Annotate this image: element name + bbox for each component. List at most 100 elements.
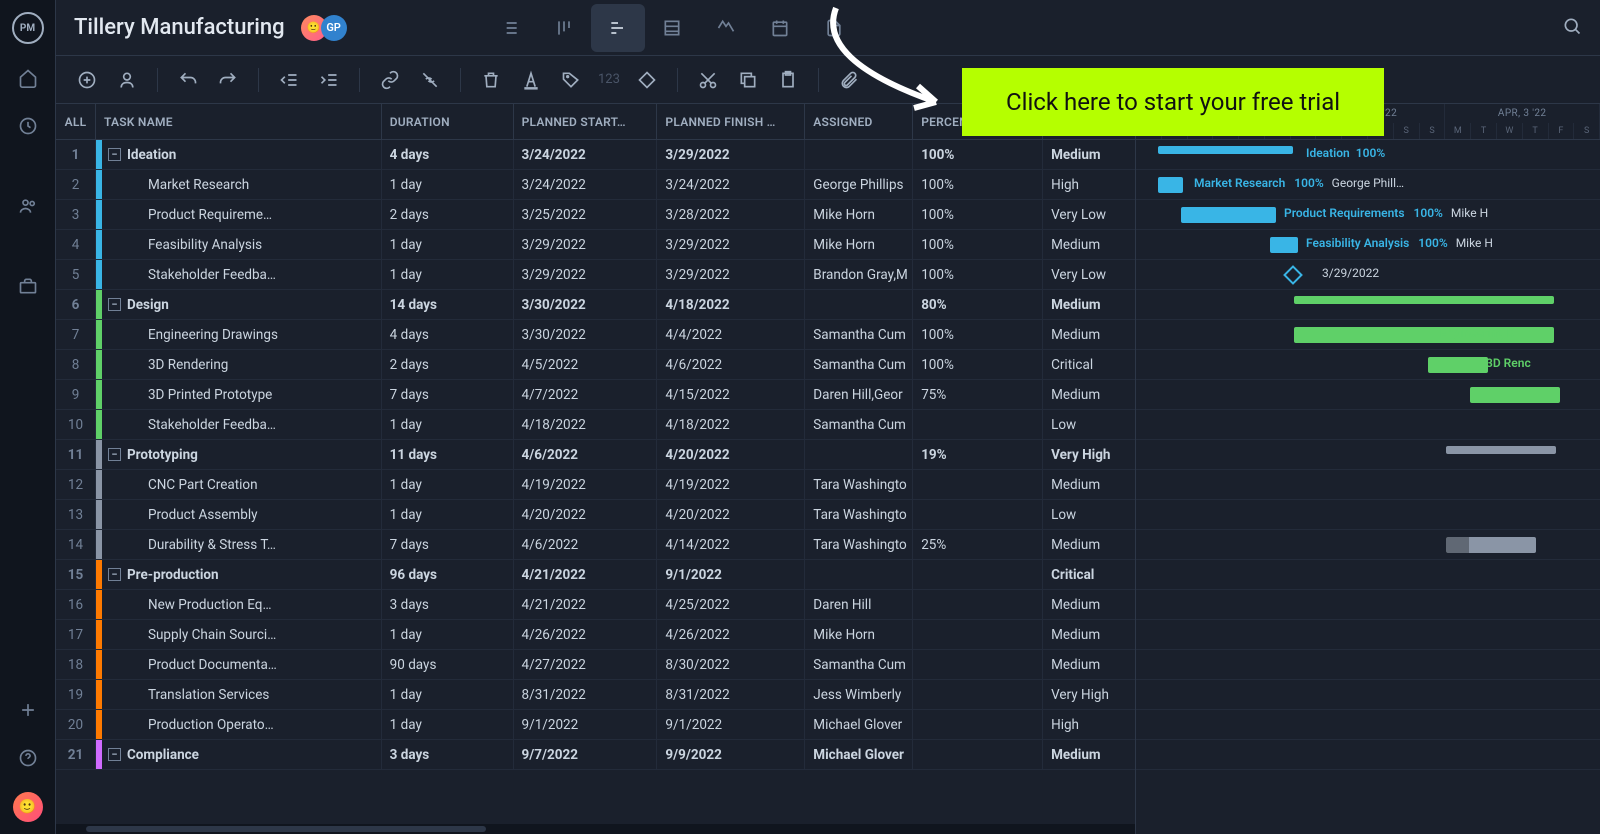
priority-cell[interactable]: Medium [1043, 140, 1135, 169]
duration-cell[interactable]: 1 day [382, 710, 514, 739]
planned-finish-cell[interactable]: 4/4/2022 [657, 320, 805, 349]
gantt-summary-bar[interactable] [1158, 146, 1293, 154]
duration-cell[interactable]: 7 days [382, 380, 514, 409]
gantt-row[interactable]: Engineering D [1136, 320, 1600, 350]
gantt-row[interactable] [1136, 590, 1600, 620]
gantt-summary-bar[interactable] [1446, 446, 1556, 454]
percent-complete-cell[interactable]: 19% [913, 440, 1043, 469]
paste-icon[interactable] [775, 67, 801, 93]
assigned-cell[interactable] [805, 560, 913, 589]
priority-cell[interactable]: Critical [1043, 560, 1135, 589]
gantt-row[interactable] [1136, 710, 1600, 740]
planned-finish-cell[interactable]: 4/6/2022 [657, 350, 805, 379]
gantt-task-bar[interactable] [1181, 207, 1276, 223]
planned-finish-cell[interactable]: 4/18/2022 [657, 410, 805, 439]
assigned-cell[interactable]: Daren Hill,Geor [805, 380, 913, 409]
gantt-row[interactable]: 3D Renc [1136, 350, 1600, 380]
planned-finish-cell[interactable]: 4/25/2022 [657, 590, 805, 619]
link-icon[interactable] [377, 67, 403, 93]
task-row[interactable]: 7Engineering Drawings4 days3/30/20224/4/… [56, 320, 1135, 350]
planned-start-cell[interactable]: 9/1/2022 [514, 710, 658, 739]
task-row[interactable]: 4Feasibility Analysis1 day3/29/20223/29/… [56, 230, 1135, 260]
priority-cell[interactable]: Medium [1043, 380, 1135, 409]
percent-complete-cell[interactable]: 75% [913, 380, 1043, 409]
task-name-cell[interactable]: Market Research [96, 170, 382, 199]
task-name-cell[interactable]: Supply Chain Sourci… [96, 620, 382, 649]
planned-finish-cell[interactable]: 4/19/2022 [657, 470, 805, 499]
planned-start-cell[interactable]: 4/18/2022 [514, 410, 658, 439]
percent-complete-cell[interactable]: 100% [913, 200, 1043, 229]
duration-cell[interactable]: 14 days [382, 290, 514, 319]
priority-cell[interactable]: High [1043, 710, 1135, 739]
planned-finish-cell[interactable]: 4/20/2022 [657, 440, 805, 469]
attachment-icon[interactable] [836, 67, 862, 93]
priority-cell[interactable]: Very High [1043, 440, 1135, 469]
priority-cell[interactable]: Critical [1043, 350, 1135, 379]
priority-cell[interactable]: Medium [1043, 320, 1135, 349]
planned-finish-cell[interactable]: 3/24/2022 [657, 170, 805, 199]
people-icon[interactable] [14, 192, 42, 220]
duration-cell[interactable]: 3 days [382, 740, 514, 769]
assigned-cell[interactable]: Michael Glover [805, 710, 913, 739]
assign-icon[interactable] [114, 67, 140, 93]
percent-complete-cell[interactable] [913, 560, 1043, 589]
user-avatar[interactable]: 🙂 [13, 792, 43, 822]
col-all[interactable]: ALL [56, 104, 96, 139]
assigned-cell[interactable]: Tara Washingto [805, 500, 913, 529]
percent-complete-cell[interactable]: 100% [913, 260, 1043, 289]
col-planned-start[interactable]: PLANNED START… [514, 104, 658, 139]
briefcase-icon[interactable] [14, 272, 42, 300]
gantt-row[interactable] [1136, 290, 1600, 320]
planned-finish-cell[interactable]: 4/26/2022 [657, 620, 805, 649]
task-name-cell[interactable]: −Design [96, 290, 382, 319]
assigned-cell[interactable]: Mike Horn [805, 200, 913, 229]
duration-cell[interactable]: 4 days [382, 320, 514, 349]
duration-cell[interactable]: 7 days [382, 530, 514, 559]
planned-start-cell[interactable]: 4/27/2022 [514, 650, 658, 679]
percent-complete-cell[interactable]: 25% [913, 530, 1043, 559]
planned-finish-cell[interactable]: 3/29/2022 [657, 260, 805, 289]
col-planned-finish[interactable]: PLANNED FINISH … [657, 104, 805, 139]
priority-cell[interactable]: Medium [1043, 620, 1135, 649]
priority-cell[interactable]: Low [1043, 500, 1135, 529]
task-name-cell[interactable]: Production Operato… [96, 710, 382, 739]
assigned-cell[interactable]: Mike Horn [805, 230, 913, 259]
duration-cell[interactable]: 11 days [382, 440, 514, 469]
planned-finish-cell[interactable]: 8/31/2022 [657, 680, 805, 709]
gantt-task-bar[interactable] [1294, 327, 1554, 343]
task-name-cell[interactable]: −Compliance [96, 740, 382, 769]
assigned-cell[interactable]: George Phillips [805, 170, 913, 199]
task-name-cell[interactable]: −Ideation [96, 140, 382, 169]
priority-cell[interactable]: Medium [1043, 530, 1135, 559]
gantt-summary-bar[interactable] [1294, 296, 1554, 304]
percent-complete-cell[interactable] [913, 680, 1043, 709]
collapse-toggle-icon[interactable]: − [108, 148, 121, 161]
assigned-cell[interactable]: Daren Hill [805, 590, 913, 619]
task-row[interactable]: 16New Production Eq…3 days4/21/20224/25/… [56, 590, 1135, 620]
search-icon[interactable] [1562, 16, 1582, 40]
planned-start-cell[interactable]: 3/24/2022 [514, 140, 658, 169]
gantt-row[interactable] [1136, 530, 1600, 560]
planned-finish-cell[interactable]: 9/1/2022 [657, 560, 805, 589]
gantt-task-bar[interactable] [1270, 237, 1298, 253]
task-row[interactable]: 15−Pre-production96 days4/21/20229/1/202… [56, 560, 1135, 590]
app-logo[interactable]: PM [12, 12, 44, 44]
duration-cell[interactable]: 1 day [382, 410, 514, 439]
planned-finish-cell[interactable]: 9/9/2022 [657, 740, 805, 769]
assigned-cell[interactable]: Mike Horn [805, 620, 913, 649]
gantt-row[interactable] [1136, 500, 1600, 530]
task-name-cell[interactable]: Translation Services [96, 680, 382, 709]
planned-finish-cell[interactable]: 3/29/2022 [657, 140, 805, 169]
task-name-cell[interactable]: 3D Rendering [96, 350, 382, 379]
duration-cell[interactable]: 1 day [382, 260, 514, 289]
percent-complete-cell[interactable] [913, 710, 1043, 739]
priority-cell[interactable]: Medium [1043, 740, 1135, 769]
percent-complete-cell[interactable]: 100% [913, 170, 1043, 199]
milestone-icon[interactable] [634, 67, 660, 93]
col-assigned[interactable]: ASSIGNED [805, 104, 913, 139]
planned-start-cell[interactable]: 3/30/2022 [514, 320, 658, 349]
gantt-row[interactable] [1136, 680, 1600, 710]
assigned-cell[interactable]: Tara Washingto [805, 530, 913, 559]
assigned-cell[interactable]: Brandon Gray,M [805, 260, 913, 289]
gantt-task-bar[interactable] [1446, 537, 1536, 553]
